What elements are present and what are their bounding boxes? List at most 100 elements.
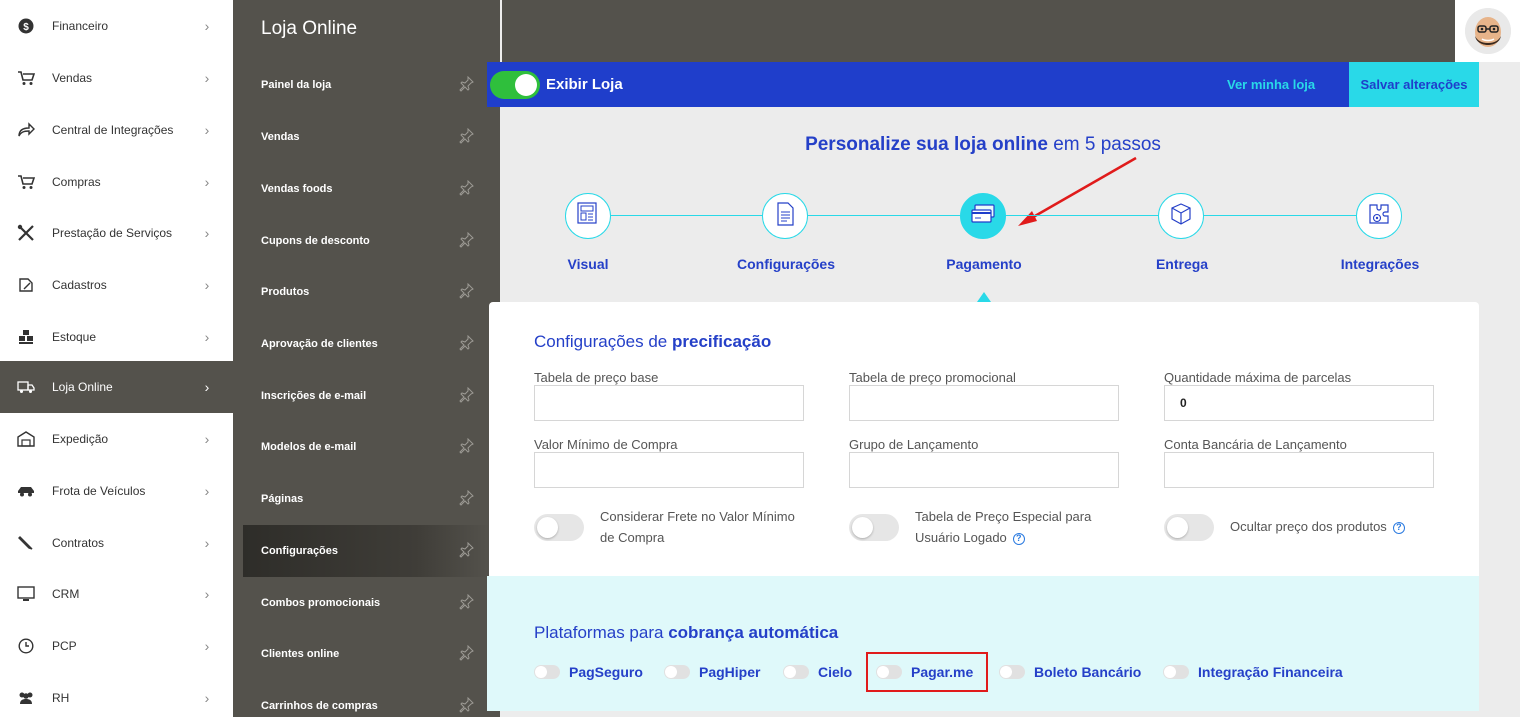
submenu-item-label: Painel da loja — [261, 79, 332, 91]
sidebar-item-vendas[interactable]: Vendas › — [0, 52, 233, 104]
document-icon — [773, 201, 797, 232]
pin-icon[interactable] — [458, 179, 476, 199]
platform-switch[interactable] — [664, 665, 690, 679]
sidebar-item-frota-veiculos[interactable]: Frota de Veículos › — [0, 465, 233, 517]
chevron-right-icon: › — [204, 122, 210, 138]
cart-icon — [16, 172, 36, 192]
platform-boleto[interactable]: Boleto Bancário — [999, 664, 1141, 680]
step-configuracoes[interactable] — [762, 193, 808, 239]
conta-select[interactable] — [1164, 452, 1434, 488]
parcelas-input[interactable]: 0 — [1164, 385, 1434, 421]
submenu-item-carrinhos[interactable]: Carrinhos de compras — [243, 680, 490, 717]
submenu-title: Loja Online — [261, 18, 358, 39]
sidebar-item-rh[interactable]: RH › — [0, 672, 233, 717]
people-icon — [16, 688, 36, 708]
submenu-item-label: Páginas — [261, 493, 304, 505]
sidebar-item-label: Vendas — [52, 71, 93, 85]
pin-icon[interactable] — [458, 127, 476, 147]
pin-icon[interactable] — [458, 489, 476, 509]
submenu-item-cupons[interactable]: Cupons de desconto — [243, 215, 490, 267]
submenu-item-configuracoes[interactable]: Configurações — [243, 525, 490, 577]
platform-paghiper[interactable]: PagHiper — [664, 664, 760, 680]
steps-heading: Personalize sua loja online em 5 passos — [487, 134, 1479, 156]
edit-icon — [16, 275, 36, 295]
platform-cielo[interactable]: Cielo — [783, 664, 852, 680]
pin-icon[interactable] — [458, 282, 476, 302]
sidebar-item-prestacao-servicos[interactable]: Prestação de Serviços › — [0, 207, 233, 259]
pin-icon[interactable] — [458, 541, 476, 561]
sidebar-item-label: PCP — [52, 639, 77, 653]
pin-icon[interactable] — [458, 696, 476, 716]
pin-icon[interactable] — [458, 231, 476, 251]
grupo-select[interactable] — [849, 452, 1119, 488]
frete-switch[interactable] — [534, 514, 584, 541]
tabela-promo-label: Tabela de preço promocional — [849, 370, 1016, 385]
submenu-item-modelos-email[interactable]: Modelos de e-mail — [243, 421, 490, 473]
view-store-link[interactable]: Ver minha loja — [1227, 77, 1315, 92]
sidebar-item-expedicao[interactable]: Expedição › — [0, 413, 233, 465]
save-button[interactable]: Salvar alterações — [1349, 62, 1479, 107]
platform-switch[interactable] — [534, 665, 560, 679]
help-icon[interactable]: ? — [1012, 532, 1025, 545]
frete-line1: Considerar Frete no Valor Mínimo — [600, 509, 795, 524]
sidebar-item-loja-online[interactable]: Loja Online › — [0, 361, 233, 413]
valor-minimo-input[interactable] — [534, 452, 804, 488]
help-icon[interactable]: ? — [1392, 521, 1405, 534]
pin-icon[interactable] — [458, 386, 476, 406]
pin-icon[interactable] — [458, 75, 476, 95]
avatar[interactable] — [1464, 8, 1511, 54]
step-entrega[interactable] — [1158, 193, 1204, 239]
submenu-item-vendas[interactable]: Vendas — [243, 111, 490, 163]
submenu-item-inscricoes-email[interactable]: Inscrições de e-mail — [243, 370, 490, 422]
submenu-item-produtos[interactable]: Produtos — [243, 266, 490, 318]
step-integracoes[interactable] — [1356, 193, 1402, 239]
dollar-coin-icon: $ — [16, 16, 36, 36]
pin-icon[interactable] — [458, 437, 476, 457]
pin-icon[interactable] — [458, 644, 476, 664]
platform-switch[interactable] — [999, 665, 1025, 679]
preco-especial-switch[interactable] — [849, 514, 899, 541]
tabela-base-select[interactable] — [534, 385, 804, 421]
submenu-item-paginas[interactable]: Páginas — [243, 473, 490, 525]
submenu-item-label: Combos promocionais — [261, 597, 381, 609]
submenu-item-painel[interactable]: Painel da loja — [243, 59, 490, 111]
platform-pagseguro[interactable]: PagSeguro — [534, 664, 643, 680]
pricing-title-bold: precificação — [671, 332, 772, 351]
chevron-right-icon: › — [204, 329, 210, 345]
tabela-promo-select[interactable] — [849, 385, 1119, 421]
sidebar-item-label: RH — [52, 691, 70, 705]
exibir-loja-toggle[interactable] — [490, 71, 540, 99]
pin-icon[interactable] — [458, 593, 476, 613]
sidebar-item-crm[interactable]: CRM › — [0, 568, 233, 620]
submenu-item-label: Vendas foods — [261, 183, 333, 195]
pricing-card: Configurações de precificação Tabela de … — [489, 302, 1479, 582]
chevron-right-icon: › — [204, 638, 210, 654]
submenu-item-vendas-foods[interactable]: Vendas foods — [243, 163, 490, 215]
user-menu[interactable] — [1455, 0, 1520, 62]
submenu-item-aprovacao-clientes[interactable]: Aprovação de clientes — [243, 318, 490, 370]
sidebar-item-contratos[interactable]: Contratos › — [0, 517, 233, 569]
sidebar-item-estoque[interactable]: Estoque › — [0, 311, 233, 363]
ocultar-preco-switch[interactable] — [1164, 514, 1214, 541]
sidebar-item-financeiro[interactable]: $ Financeiro › — [0, 0, 233, 52]
step-label-entrega: Entrega — [1155, 256, 1209, 272]
pin-icon[interactable] — [458, 334, 476, 354]
platform-integracao-financeira[interactable]: Integração Financeira — [1163, 664, 1343, 680]
platform-switch[interactable] — [1163, 665, 1189, 679]
especial-line2: Usuário Logado — [915, 530, 1007, 545]
boxes-icon — [16, 327, 36, 347]
step-pagamento[interactable] — [960, 193, 1006, 239]
chevron-right-icon: › — [204, 586, 210, 602]
platform-switch[interactable] — [783, 665, 809, 679]
step-visual[interactable] — [565, 193, 611, 239]
sidebar-item-cadastros[interactable]: Cadastros › — [0, 259, 233, 311]
chevron-right-icon: › — [204, 174, 210, 190]
chevron-right-icon: › — [204, 431, 210, 447]
submenu-item-combos[interactable]: Combos promocionais — [243, 577, 490, 629]
submenu-item-clientes-online[interactable]: Clientes online — [243, 628, 490, 680]
sidebar-item-compras[interactable]: Compras › — [0, 156, 233, 208]
sidebar-item-pcp[interactable]: PCP › — [0, 620, 233, 672]
sidebar-item-central-integracoes[interactable]: Central de Integrações › — [0, 104, 233, 156]
submenu-item-label: Aprovação de clientes — [261, 338, 378, 350]
step-label-pagamento: Pagamento — [946, 256, 1022, 272]
